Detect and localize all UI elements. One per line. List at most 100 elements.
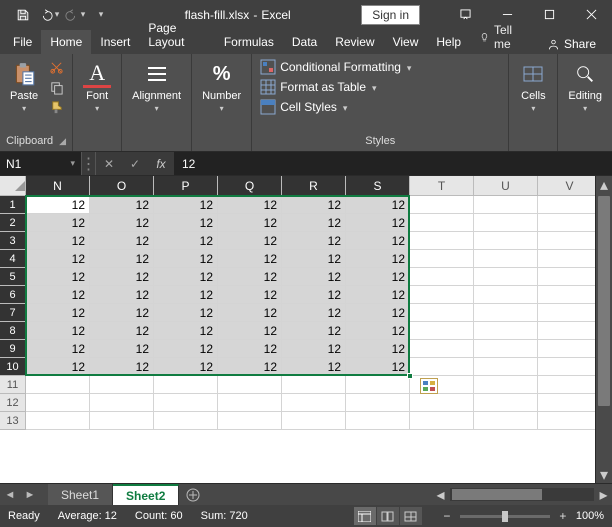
cells-button[interactable]: Cells ▾ (515, 58, 551, 115)
cell[interactable]: 12 (154, 304, 218, 322)
cell[interactable] (538, 394, 595, 412)
cell[interactable] (538, 322, 595, 340)
cell[interactable]: 12 (346, 322, 410, 340)
cell[interactable]: 12 (154, 286, 218, 304)
enter-formula-icon[interactable]: ✓ (122, 157, 148, 171)
row-header[interactable]: 6 (0, 286, 26, 304)
zoom-in-icon[interactable]: + (556, 509, 570, 523)
cell[interactable]: 12 (154, 232, 218, 250)
cell[interactable] (410, 268, 474, 286)
redo-icon[interactable] (62, 4, 88, 26)
cell[interactable] (410, 232, 474, 250)
col-header[interactable]: O (90, 176, 154, 196)
undo-icon[interactable] (36, 4, 62, 26)
col-header[interactable]: U (474, 176, 538, 196)
cancel-formula-icon[interactable]: ✕ (96, 157, 122, 171)
cell[interactable] (474, 286, 538, 304)
name-box[interactable]: N1 ▾ (0, 152, 82, 175)
normal-view-icon[interactable] (354, 507, 376, 525)
cell[interactable]: 12 (90, 358, 154, 376)
cell[interactable]: 12 (154, 268, 218, 286)
scroll-down-icon[interactable]: ▾ (596, 466, 612, 483)
row-header[interactable]: 10 (0, 358, 26, 376)
row-header[interactable]: 8 (0, 322, 26, 340)
scroll-right-icon[interactable]: ▸ (595, 485, 612, 505)
sheet-nav-next-icon[interactable]: ► (20, 489, 40, 501)
tab-page-layout[interactable]: Page Layout (139, 16, 214, 54)
font-button[interactable]: A Font ▾ (79, 58, 115, 115)
row-header[interactable]: 2 (0, 214, 26, 232)
cell[interactable] (538, 358, 595, 376)
zoom-value[interactable]: 100% (576, 510, 604, 522)
cell[interactable]: 12 (90, 322, 154, 340)
vscroll-thumb[interactable] (598, 196, 610, 406)
cell[interactable] (90, 394, 154, 412)
cell[interactable]: 12 (218, 358, 282, 376)
cell[interactable] (410, 412, 474, 430)
cell[interactable]: 12 (346, 232, 410, 250)
cell[interactable]: 12 (282, 286, 346, 304)
cell[interactable]: 12 (154, 322, 218, 340)
cell[interactable]: 12 (90, 214, 154, 232)
cell[interactable] (538, 250, 595, 268)
cell[interactable]: 12 (154, 214, 218, 232)
cell[interactable]: 12 (26, 214, 90, 232)
format-as-table-button[interactable]: Format as Table (258, 78, 413, 96)
editing-button[interactable]: Editing ▾ (564, 58, 606, 115)
cell[interactable]: 12 (218, 196, 282, 214)
tell-me[interactable]: Tell me (470, 23, 535, 54)
cell[interactable] (538, 268, 595, 286)
page-layout-view-icon[interactable] (377, 507, 399, 525)
cell[interactable]: 12 (282, 196, 346, 214)
page-break-view-icon[interactable] (400, 507, 422, 525)
cell[interactable]: 12 (154, 196, 218, 214)
cell[interactable]: 12 (346, 304, 410, 322)
scroll-left-icon[interactable]: ◂ (432, 485, 449, 505)
cell[interactable] (474, 340, 538, 358)
col-header[interactable]: R (282, 176, 346, 196)
cell[interactable]: 12 (26, 340, 90, 358)
cell[interactable]: 12 (26, 232, 90, 250)
tab-file[interactable]: File (4, 30, 41, 54)
qat-customize-icon[interactable]: ▾ (88, 4, 114, 26)
cell[interactable]: 12 (26, 304, 90, 322)
cell[interactable]: 12 (282, 250, 346, 268)
col-header[interactable]: T (410, 176, 474, 196)
fill-handle[interactable] (407, 373, 413, 379)
tab-insert[interactable]: Insert (91, 30, 139, 54)
cell[interactable] (282, 376, 346, 394)
cell[interactable] (90, 412, 154, 430)
cell[interactable]: 12 (90, 340, 154, 358)
vertical-scrollbar[interactable]: ▴ ▾ (595, 176, 612, 483)
save-icon[interactable] (10, 4, 36, 26)
horizontal-scrollbar[interactable]: ◂ ▸ (432, 484, 612, 505)
select-all-corner[interactable] (0, 176, 26, 196)
cell[interactable] (538, 214, 595, 232)
cell[interactable]: 12 (282, 268, 346, 286)
cell[interactable]: 12 (90, 232, 154, 250)
col-header[interactable]: P (154, 176, 218, 196)
cell[interactable]: 12 (218, 268, 282, 286)
cell[interactable]: 12 (90, 304, 154, 322)
col-header[interactable]: Q (218, 176, 282, 196)
cell[interactable] (26, 394, 90, 412)
cell[interactable]: 12 (218, 214, 282, 232)
col-header[interactable]: S (346, 176, 410, 196)
cell[interactable]: 12 (26, 286, 90, 304)
cell[interactable] (346, 412, 410, 430)
cell[interactable] (410, 286, 474, 304)
cell[interactable] (282, 412, 346, 430)
cell[interactable] (538, 412, 595, 430)
cell[interactable] (474, 322, 538, 340)
alignment-button[interactable]: Alignment ▾ (128, 58, 185, 115)
cell[interactable] (474, 376, 538, 394)
tab-data[interactable]: Data (283, 30, 326, 54)
tab-home[interactable]: Home (41, 30, 91, 54)
cell[interactable] (474, 412, 538, 430)
tab-review[interactable]: Review (326, 30, 383, 54)
scroll-up-icon[interactable]: ▴ (596, 176, 612, 193)
row-header[interactable]: 3 (0, 232, 26, 250)
cell[interactable]: 12 (26, 358, 90, 376)
cell[interactable]: 12 (26, 322, 90, 340)
paste-button[interactable]: Paste ▾ (6, 58, 42, 115)
